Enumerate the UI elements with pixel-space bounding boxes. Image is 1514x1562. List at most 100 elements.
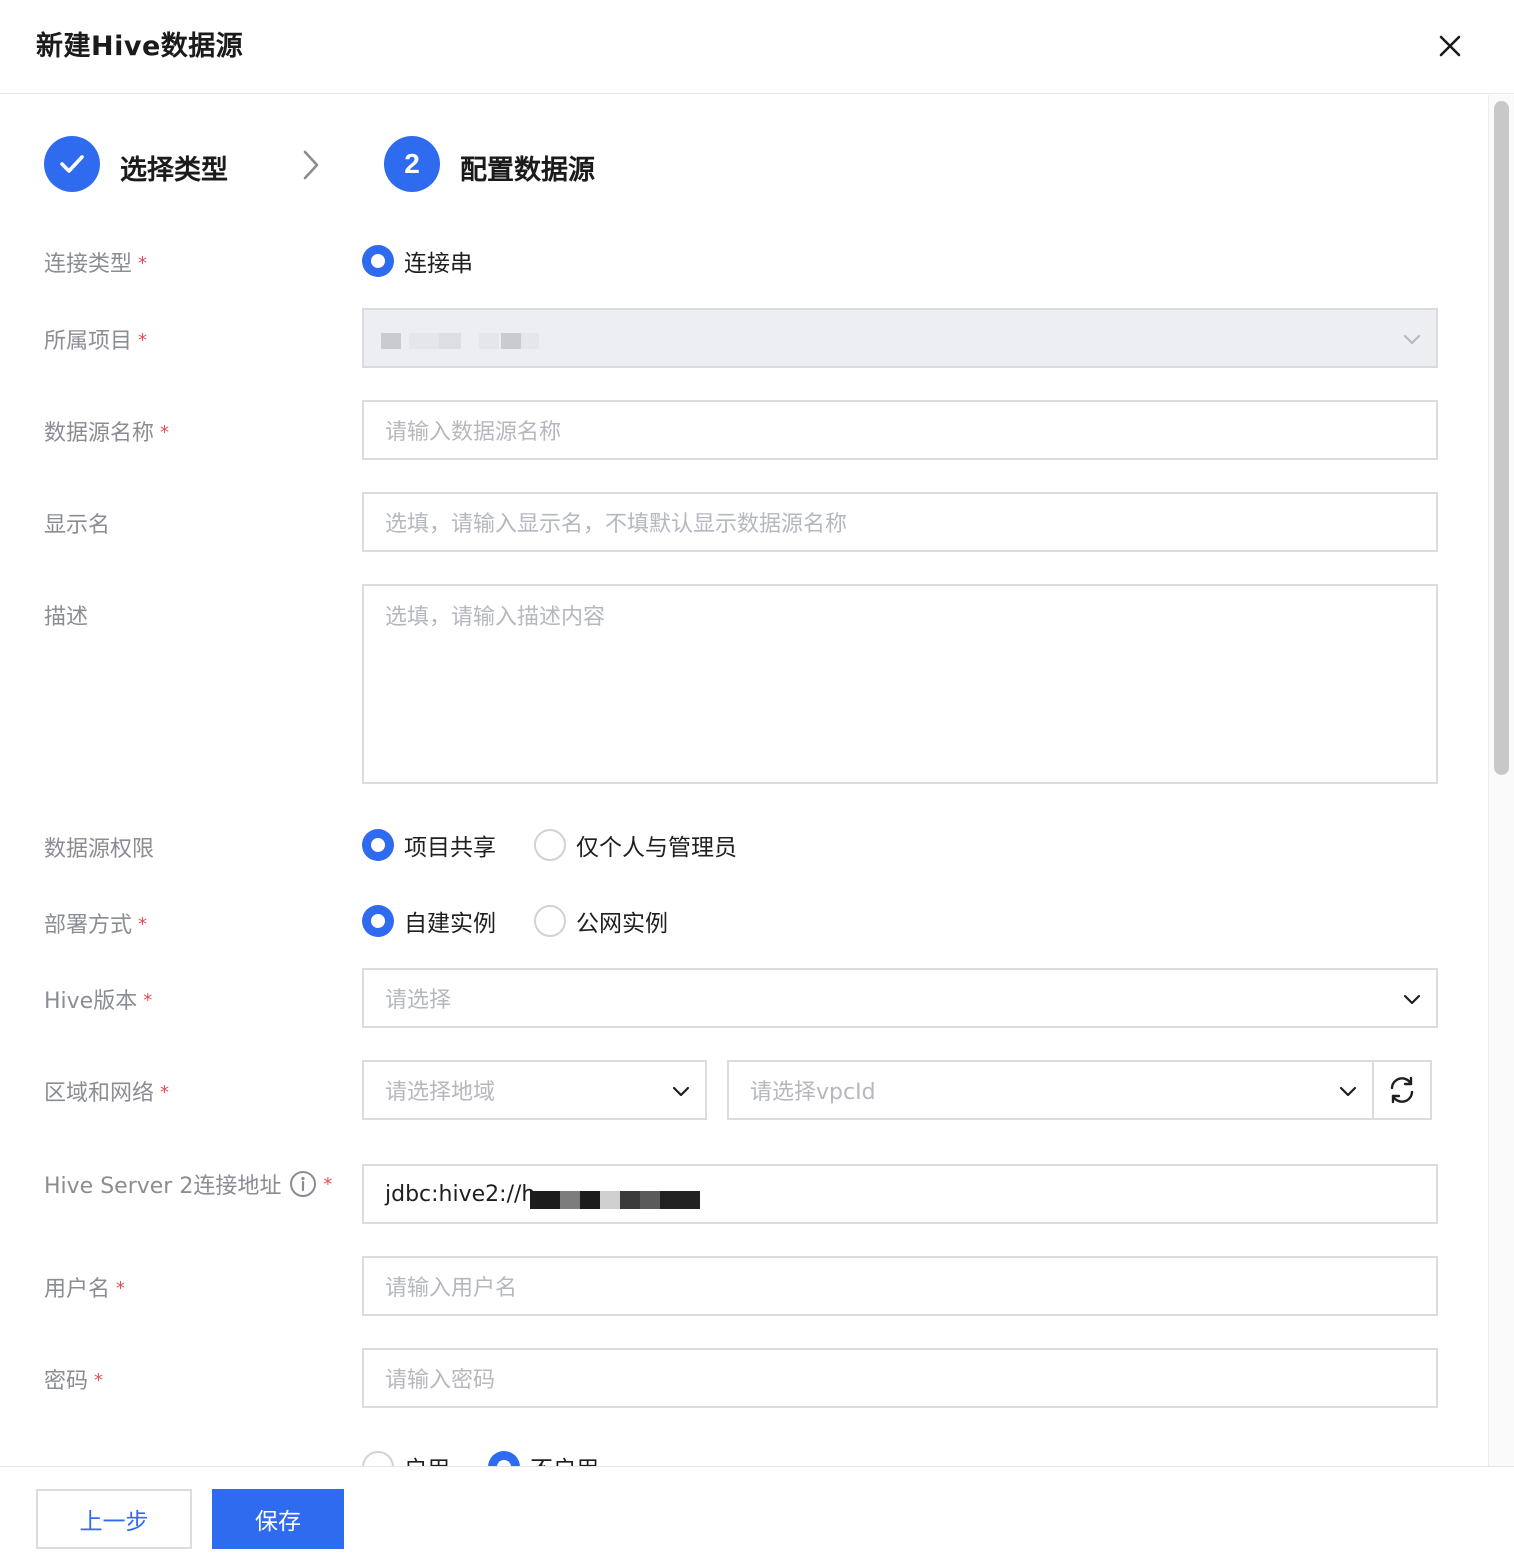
redacted-block: [580, 1191, 600, 1209]
form-scroll-area[interactable]: 选择类型 2 配置数据源 连接类型 * 连接串 所属项目 * 数据源名称 * 请输入数…: [0, 95, 1488, 1467]
required-mark: *: [94, 1370, 104, 1391]
connection-type-label-text: 连接类型: [44, 252, 133, 277]
redacted-block: [530, 1191, 560, 1209]
connection-type-radio-group: 连接串: [362, 244, 511, 278]
region-network-label-text: 区域和网络: [44, 1081, 155, 1106]
refresh-vpc-button[interactable]: [1372, 1060, 1432, 1120]
radio-disable[interactable]: [488, 1451, 520, 1467]
username-input[interactable]: 请输入用户名: [362, 1256, 1438, 1316]
radio-personal-admin-label[interactable]: 仅个人与管理员: [576, 828, 737, 862]
display-name-label: 显示名: [44, 507, 110, 539]
chevron-right-icon: [303, 150, 319, 180]
password-label-text: 密码: [44, 1369, 89, 1394]
scrollbar[interactable]: [1488, 95, 1514, 1467]
region-placeholder: 请选择地域: [385, 1080, 496, 1105]
redacted-block: [640, 1191, 660, 1209]
partial-radio-group: 启用 不启用: [362, 1450, 637, 1467]
hive-server2-input[interactable]: jdbc:hive2://h: [362, 1164, 1438, 1224]
radio-connection-string-label[interactable]: 连接串: [404, 244, 473, 278]
username-label-text: 用户名: [44, 1277, 111, 1302]
description-textarea[interactable]: 选填，请输入描述内容: [362, 584, 1438, 784]
password-label: 密码 *: [44, 1363, 103, 1395]
radio-project-shared-label[interactable]: 项目共享: [404, 828, 496, 862]
deployment-label: 部署方式 *: [44, 907, 147, 939]
info-icon[interactable]: [289, 1170, 317, 1198]
scrollbar-thumb[interactable]: [1494, 101, 1509, 775]
hive-version-label-text: Hive版本: [44, 989, 138, 1014]
display-name-input[interactable]: 选填，请输入显示名，不填默认显示数据源名称: [362, 492, 1438, 552]
description-label: 描述: [44, 599, 88, 631]
radio-connection-string[interactable]: [362, 245, 394, 277]
close-button[interactable]: [1432, 28, 1468, 64]
permission-radio-group: 项目共享 仅个人与管理员: [362, 828, 775, 862]
required-mark: *: [138, 330, 148, 351]
deployment-label-text: 部署方式: [44, 913, 133, 938]
project-label: 所属项目 *: [44, 323, 147, 355]
hive-server2-label-text: Hive Server 2连接地址: [44, 1174, 282, 1199]
step-2-number: 2: [404, 148, 420, 179]
prev-step-button[interactable]: 上一步: [36, 1489, 192, 1549]
radio-enable[interactable]: [362, 1451, 394, 1467]
datasource-name-label-text: 数据源名称: [44, 421, 155, 446]
radio-public-network-label[interactable]: 公网实例: [576, 904, 668, 938]
radio-personal-admin[interactable]: [534, 829, 566, 861]
dialog-title: 新建Hive数据源: [36, 31, 244, 62]
redacted-block: [381, 333, 401, 349]
chevron-down-icon: [1403, 994, 1421, 1005]
hive-server2-label: Hive Server 2连接地址 *: [44, 1168, 332, 1200]
redacted-block: [600, 1191, 620, 1209]
redacted-block: [521, 333, 539, 349]
step-2-circle: 2: [384, 136, 440, 192]
hive-version-select[interactable]: 请选择: [362, 968, 1438, 1028]
hive-version-placeholder: 请选择: [385, 988, 452, 1013]
save-button[interactable]: 保存: [212, 1489, 344, 1549]
required-mark: *: [138, 914, 148, 935]
redacted-block: [620, 1191, 640, 1209]
chevron-down-icon: [1339, 1086, 1357, 1097]
region-network-label: 区域和网络 *: [44, 1075, 169, 1107]
redacted-block: [501, 333, 521, 349]
radio-public-network[interactable]: [534, 905, 566, 937]
redacted-block: [439, 333, 461, 349]
required-mark: *: [160, 1082, 170, 1103]
username-label: 用户名 *: [44, 1271, 125, 1303]
project-select: [362, 308, 1438, 368]
region-select[interactable]: 请选择地域: [362, 1060, 707, 1120]
chevron-down-icon: [1404, 335, 1420, 344]
hive-version-label: Hive版本 *: [44, 983, 152, 1015]
permission-label-text: 数据源权限: [44, 837, 155, 862]
required-mark: *: [116, 1278, 126, 1299]
redacted-block: [479, 333, 499, 349]
radio-disable-label[interactable]: 不启用: [530, 1450, 599, 1467]
radio-enable-label[interactable]: 启用: [404, 1450, 450, 1467]
permission-label: 数据源权限: [44, 831, 154, 863]
redacted-block: [560, 1191, 580, 1209]
vpc-placeholder: 请选择vpcId: [750, 1080, 876, 1105]
connection-type-label: 连接类型 *: [44, 246, 147, 278]
vpc-select[interactable]: 请选择vpcId: [727, 1060, 1374, 1120]
project-label-text: 所属项目: [44, 329, 133, 354]
redacted-block: [409, 333, 439, 349]
datasource-name-label: 数据源名称 *: [44, 415, 169, 447]
deployment-radio-group: 自建实例 公网实例: [362, 904, 706, 938]
chevron-down-icon: [672, 1086, 690, 1097]
required-mark: *: [138, 253, 148, 274]
datasource-name-input[interactable]: 请输入数据源名称: [362, 400, 1438, 460]
step-2-label: 配置数据源: [460, 155, 595, 186]
display-name-label-text: 显示名: [44, 513, 111, 538]
hive-server2-value: jdbc:hive2://h: [385, 1181, 536, 1207]
step-1-circle: [44, 136, 100, 192]
dialog-header: 新建Hive数据源: [0, 0, 1514, 94]
refresh-icon: [1390, 1076, 1414, 1104]
radio-self-built-label[interactable]: 自建实例: [404, 904, 496, 938]
description-label-text: 描述: [44, 605, 89, 630]
required-mark: *: [323, 1173, 333, 1195]
redacted-block: [660, 1191, 700, 1209]
radio-self-built[interactable]: [362, 905, 394, 937]
step-1-label: 选择类型: [120, 155, 228, 186]
radio-project-shared[interactable]: [362, 829, 394, 861]
dialog-footer: 上一步 保存: [0, 1466, 1514, 1562]
required-mark: *: [143, 990, 153, 1011]
required-mark: *: [160, 422, 170, 443]
password-input[interactable]: 请输入密码: [362, 1348, 1438, 1408]
